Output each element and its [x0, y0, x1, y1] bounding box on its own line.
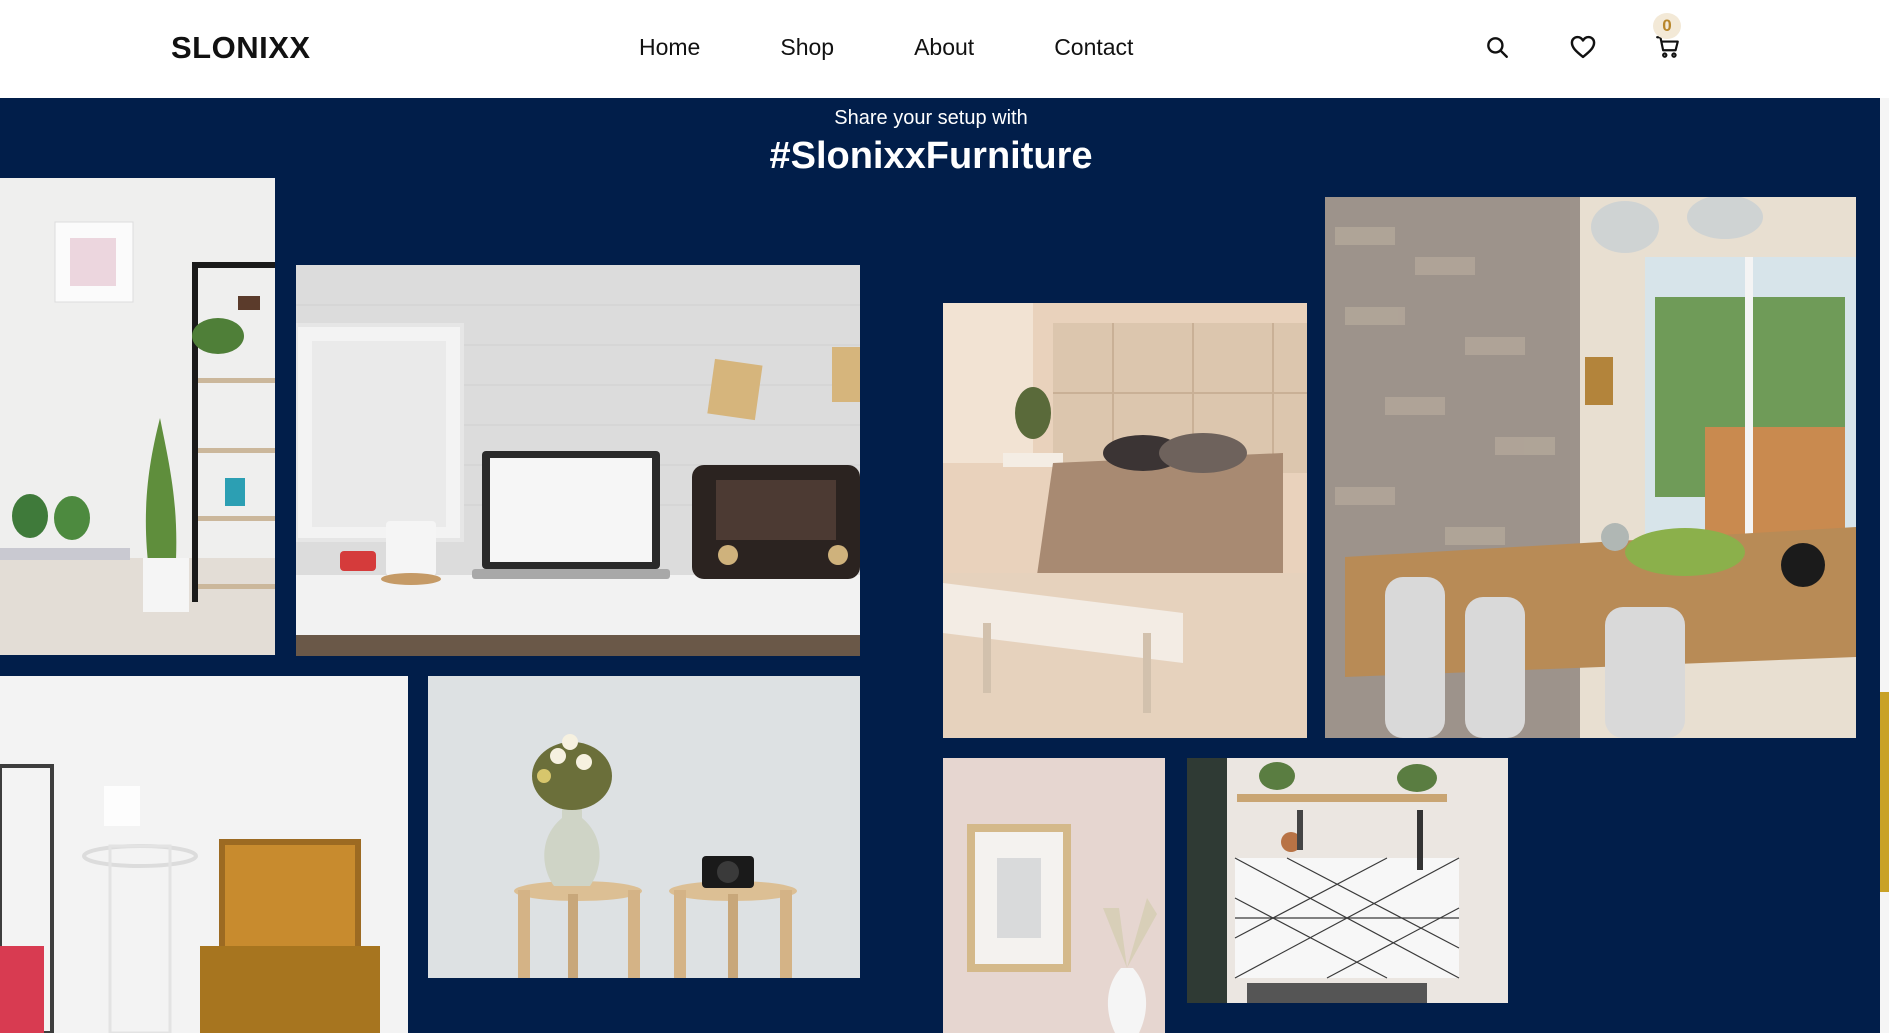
cart-count-badge: 0	[1653, 13, 1681, 39]
search-icon[interactable]	[1484, 33, 1510, 66]
gallery-hashtag: #SlonixxFurniture	[769, 135, 1093, 177]
nav-link-shop[interactable]: Shop	[780, 34, 834, 61]
frame-vase-photo[interactable]	[943, 758, 1165, 1033]
stools-vase-camera-image	[428, 676, 860, 978]
bedroom-armchair-image	[0, 676, 408, 1033]
scrollbar-track[interactable]	[1880, 98, 1889, 1033]
bedroom-bench-image	[943, 303, 1307, 738]
dining-brick-wall-photo[interactable]	[1325, 197, 1856, 738]
main-nav: Home Shop About Contact	[639, 34, 1213, 61]
stools-vase-camera-photo[interactable]	[428, 676, 860, 978]
bedroom-bench-photo[interactable]	[943, 303, 1307, 738]
scrollbar-thumb[interactable]	[1880, 692, 1889, 892]
living-room-shelf-image	[0, 178, 275, 655]
bedroom-armchair-photo[interactable]	[0, 676, 408, 1033]
desk-laptop-radio-photo[interactable]	[296, 265, 860, 656]
site-header: SLONIXX Home Shop About Contact 0	[0, 0, 1880, 98]
desk-laptop-radio-image	[296, 265, 860, 656]
frame-vase-image	[943, 758, 1165, 1033]
heart-icon[interactable]	[1569, 33, 1597, 66]
nav-link-about[interactable]: About	[914, 34, 974, 61]
kitchen-shelf-tiles-image	[1187, 758, 1508, 1003]
dining-brick-wall-image	[1325, 197, 1856, 738]
header-actions	[1484, 33, 1684, 63]
nav-link-contact[interactable]: Contact	[1054, 34, 1133, 61]
kitchen-shelf-tiles-photo[interactable]	[1187, 758, 1508, 1003]
living-room-shelf-photo[interactable]	[0, 178, 275, 655]
gallery-subtitle: Share your setup with	[834, 107, 1028, 129]
nav-link-home[interactable]: Home	[639, 34, 700, 61]
brand-logo[interactable]: SLONIXX	[171, 30, 311, 66]
